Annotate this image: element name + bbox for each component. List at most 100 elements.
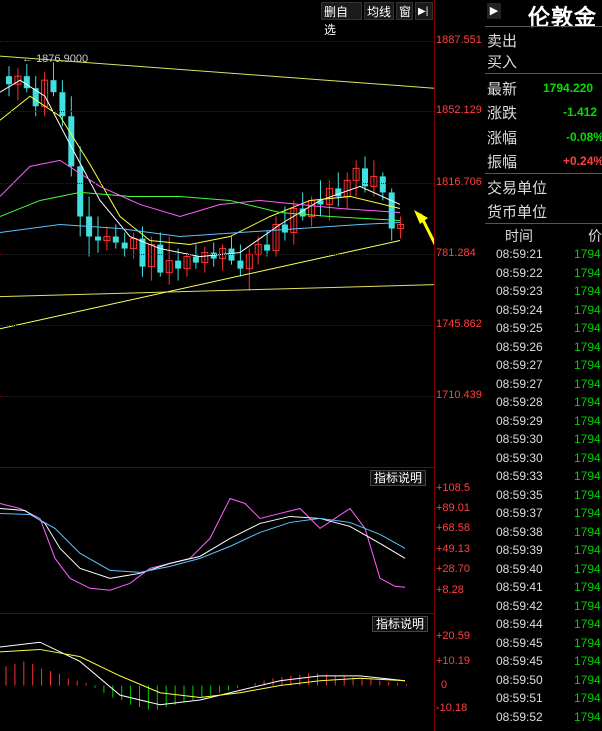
grid-line <box>0 183 434 184</box>
tick-price: 1794 <box>574 709 601 724</box>
ma-line <box>0 221 401 238</box>
tick-price: 1794 <box>574 691 601 705</box>
tick-price: 1794 <box>574 469 601 483</box>
kdj-indicator-chart[interactable] <box>0 468 434 613</box>
candle-body <box>237 260 244 269</box>
tick-time: 08:59:42 <box>496 598 543 613</box>
grid-line <box>0 325 434 326</box>
tick-time: 08:59:26 <box>496 339 543 354</box>
tick-time: 08:59:41 <box>496 580 543 594</box>
divider <box>485 73 602 74</box>
tick-time: 08:59:33 <box>496 469 543 483</box>
tick-time: 08:59:52 <box>496 709 543 724</box>
currency-unit-label: 货币单位 <box>487 204 548 221</box>
candle-body <box>59 92 66 117</box>
tick-time: 08:59:51 <box>496 691 543 705</box>
candle-body <box>50 80 57 93</box>
divider <box>485 26 602 27</box>
latest-value: 1794.220 <box>543 81 594 95</box>
tick-time: 08:59:30 <box>496 432 543 446</box>
tick-time: 08:59:40 <box>496 561 543 576</box>
moving-average-button[interactable]: 均线 <box>364 2 394 20</box>
tick-price: 1794 <box>574 358 601 372</box>
tick-time: 08:59:45 <box>496 654 543 668</box>
tick-time: 08:59:25 <box>496 321 543 335</box>
indicator-label: +20.59 <box>436 630 470 642</box>
grid-line <box>0 396 434 397</box>
indicator-label: +108.5 <box>436 482 470 494</box>
window-button[interactable]: 窗 <box>396 2 413 20</box>
candlestick-chart[interactable] <box>0 22 434 467</box>
price-column-header: 价 <box>588 228 602 244</box>
tick-time: 08:59:22 <box>496 265 543 280</box>
tick-time: 08:59:35 <box>496 487 543 502</box>
play-icon[interactable]: ▶ <box>487 3 501 19</box>
ma-line <box>0 95 401 246</box>
j-line <box>0 512 406 573</box>
amplitude-value: +0.24% <box>563 154 602 168</box>
tick-price: 1794 <box>574 321 601 335</box>
tick-time: 08:59:24 <box>496 302 543 317</box>
price-label: 1887.551 <box>436 34 482 46</box>
tick-time: 08:59:37 <box>496 506 543 520</box>
divider <box>485 173 602 174</box>
price-label: 1745.862 <box>436 318 482 330</box>
latest-label: 最新 <box>487 81 518 98</box>
tick-price: 1794 <box>574 654 601 668</box>
tick-price: 1794 <box>574 561 601 576</box>
dea-line <box>0 648 406 699</box>
time-column-header: 时间 <box>505 228 533 244</box>
indicator-label: +8.28 <box>436 584 464 596</box>
tick-time: 08:59:39 <box>496 543 543 557</box>
tick-time: 08:59:27 <box>496 376 543 391</box>
percent-change-label: 涨幅 <box>487 130 518 147</box>
tick-time: 08:59:30 <box>496 450 543 465</box>
axis-divider <box>434 0 435 731</box>
candle-body <box>192 256 199 263</box>
macd-indicator-chart[interactable] <box>0 614 434 731</box>
candle-body <box>281 224 288 233</box>
tick-time: 08:59:21 <box>496 247 543 261</box>
price-label: 781.284 <box>436 247 476 259</box>
price-label: 1710.439 <box>436 389 482 401</box>
tick-price: 1794 <box>574 376 601 391</box>
tick-price: 1794 <box>574 487 601 502</box>
tick-price: 1794 <box>574 617 601 631</box>
tick-time: 08:59:27 <box>496 358 543 372</box>
tick-price: 1794 <box>574 635 601 650</box>
candle-body <box>68 116 75 167</box>
change-label: 涨跌 <box>487 105 518 122</box>
play-icon[interactable]: ▶| <box>415 2 433 20</box>
tick-price: 1794 <box>574 302 601 317</box>
candle-body <box>112 236 119 243</box>
high-price-marker: ← 1876.9000 <box>22 53 89 65</box>
indicator-label: +10.19 <box>436 655 470 667</box>
k-line <box>0 497 406 591</box>
tick-price: 1794 <box>574 413 601 428</box>
tick-price: 1794 <box>574 284 601 298</box>
candle-body <box>95 236 101 241</box>
tick-price: 1794 <box>574 432 601 446</box>
annotation-arrow <box>418 213 434 246</box>
divider <box>485 223 602 224</box>
instrument-title: 伦敦金 <box>528 5 598 30</box>
tick-price: 1794 <box>574 543 601 557</box>
tick-price: 1794 <box>574 339 601 354</box>
grid-line <box>0 254 434 255</box>
amplitude-label: 振幅 <box>487 154 518 171</box>
tick-time: 08:59:50 <box>496 672 543 687</box>
buy-label: 买入 <box>487 54 518 71</box>
tick-price: 1794 <box>574 506 601 520</box>
ma-line <box>0 191 401 221</box>
trade-unit-label: 交易单位 <box>487 180 548 197</box>
tick-time: 08:59:29 <box>496 413 543 428</box>
tick-price: 1794 <box>574 524 601 539</box>
delete-watchlist-button[interactable]: 删自选 <box>321 2 362 37</box>
candle-body <box>379 176 386 193</box>
tick-time: 08:59:44 <box>496 617 543 631</box>
indicator-label: -10.18 <box>436 702 468 714</box>
tick-price: 1794 <box>574 672 601 687</box>
price-label: 1852.129 <box>436 104 482 116</box>
grid-line <box>0 111 434 112</box>
tick-time: 08:59:45 <box>496 635 543 650</box>
